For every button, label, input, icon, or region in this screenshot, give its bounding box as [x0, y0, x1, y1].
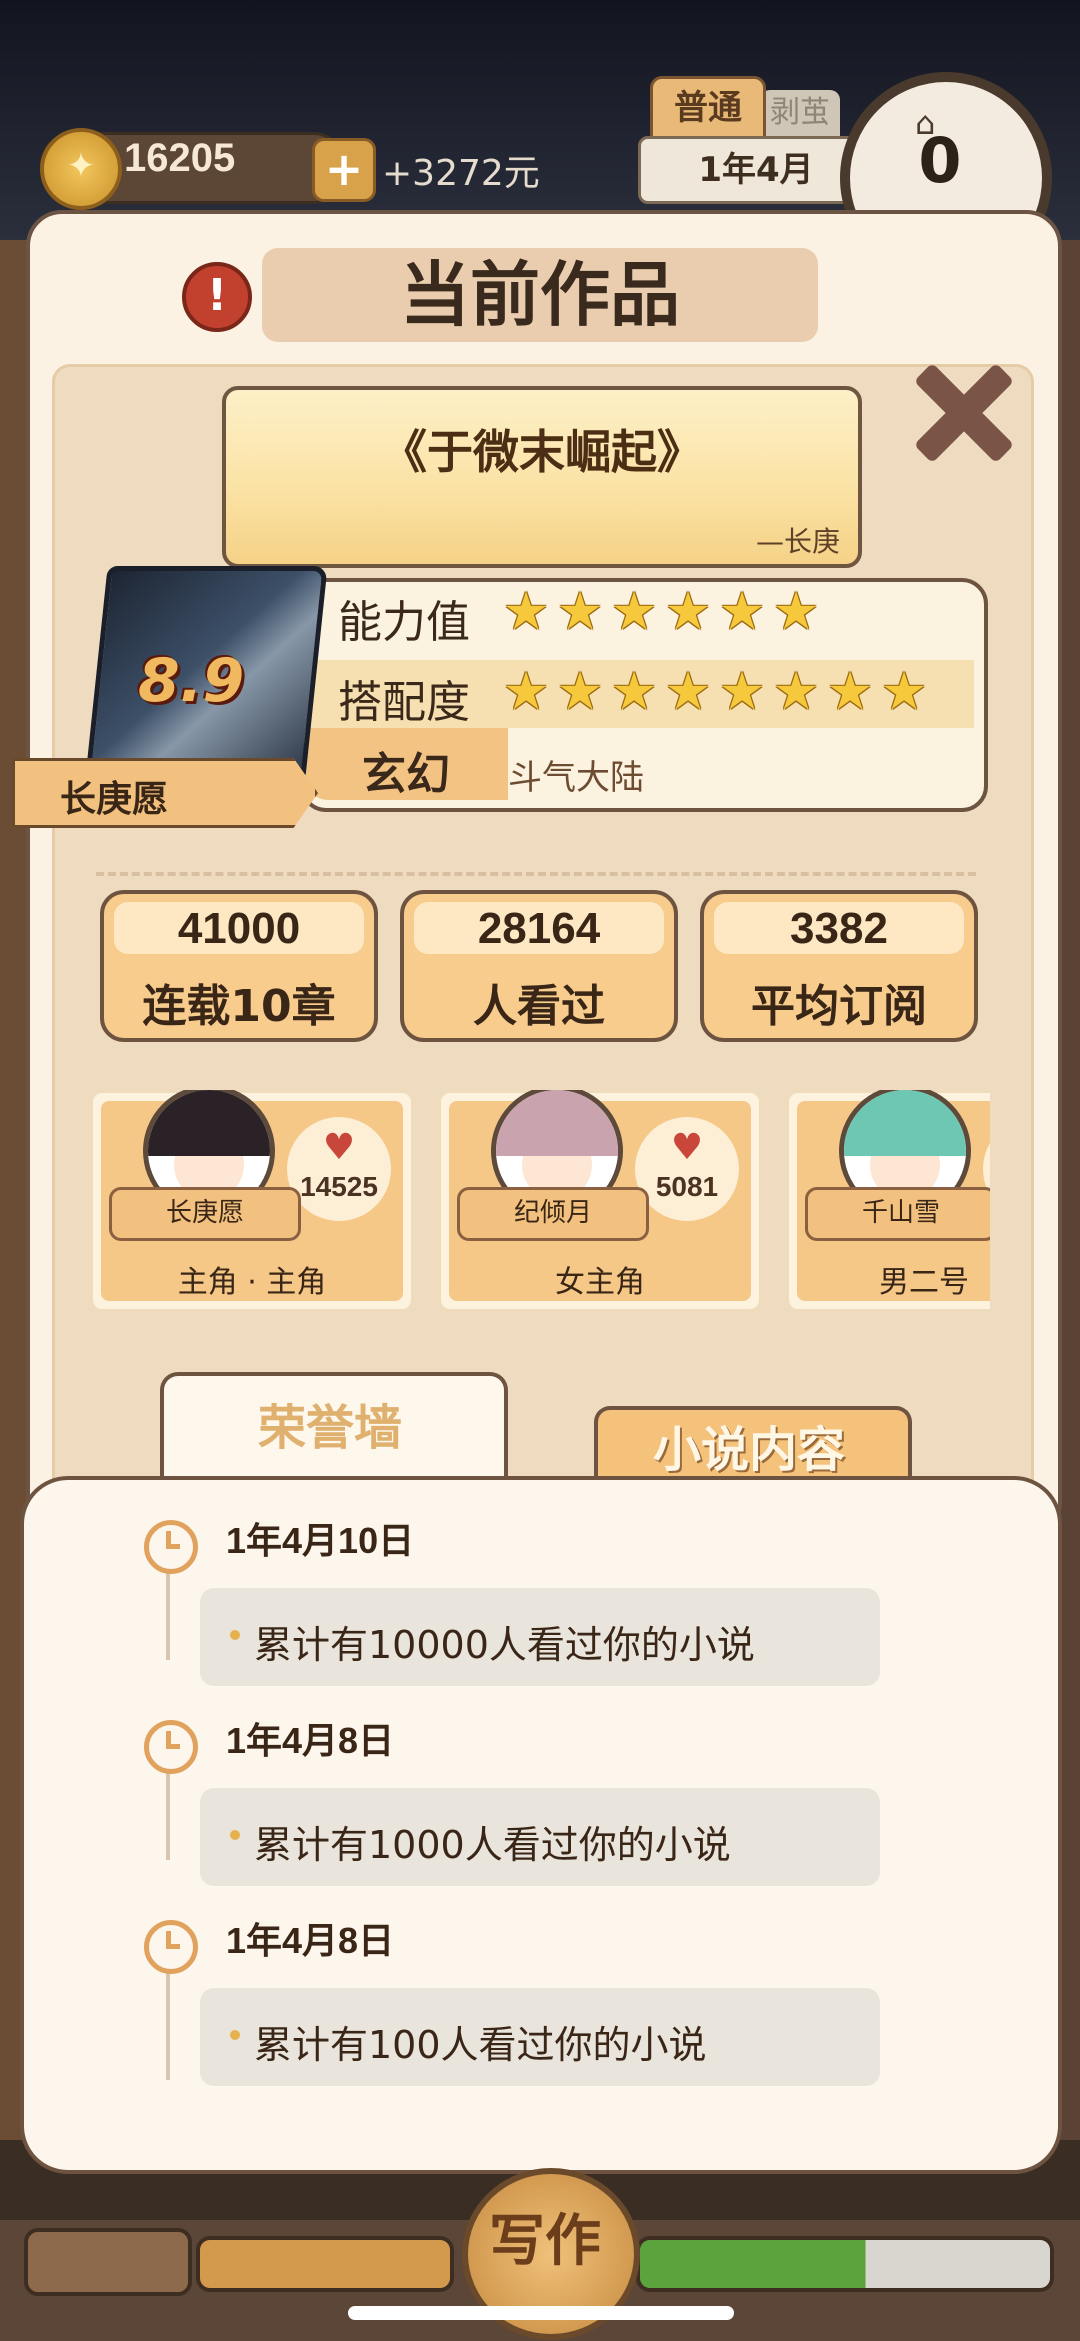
timeline-date: 1年4月8日 [226, 1720, 395, 1761]
star-icon: ★ [610, 582, 658, 642]
star-icon: ★ [664, 582, 712, 642]
character-role: 女主角 [555, 1265, 645, 1300]
game-date: 1年4月 [638, 136, 874, 204]
stat-box-subscriptions: 3382 平均订阅 [700, 890, 978, 1042]
timeline-text: 累计有1000人看过你的小说 [254, 1823, 731, 1867]
bottom-progress-left [196, 2236, 454, 2292]
stat-box-words: 41000 连载10章 [100, 890, 378, 1042]
clock-icon [144, 1520, 198, 1574]
stat-label: 人看过 [473, 981, 605, 1032]
character-role: 主角 · 主角 [177, 1265, 327, 1300]
heart-icon: ♥ [670, 1127, 704, 1168]
timeline-line [166, 1960, 170, 2080]
book-score: 8.9 [138, 646, 245, 716]
star-icon: ★ [772, 582, 820, 642]
character-name: 千山雪 [805, 1187, 990, 1241]
star-icon: ★ [610, 662, 658, 722]
character-name: 长庚愿 [109, 1187, 301, 1241]
write-button-label: 写作 [489, 2209, 601, 2274]
stat-value: 28164 [477, 904, 601, 953]
subgenre-label: 斗气大陆 [508, 758, 644, 798]
character-name: 纪倾月 [457, 1187, 649, 1241]
mode-tab-secondary[interactable]: 剥茧 [760, 90, 840, 136]
character-card[interactable]: ♥ 千山雪 男二号 [786, 1090, 990, 1312]
home-indicator[interactable] [348, 2306, 734, 2320]
star-icon: ★ [502, 582, 550, 642]
coin-icon: ✦ [40, 128, 122, 210]
clock-icon [144, 1920, 198, 1974]
star-icon: ★ [718, 662, 766, 722]
heart-icon: ♥ [322, 1127, 356, 1168]
timeline-text: 累计有10000人看过你的小说 [254, 1623, 755, 1667]
timeline-bubble: 累计有100人看过你的小说 [200, 1988, 880, 2086]
timeline-bubble: 累计有1000人看过你的小说 [200, 1788, 880, 1886]
ability-stars: ★ ★ ★ ★ ★ ★ [502, 582, 820, 642]
money-rate: +3272元 [382, 153, 540, 194]
timeline-text: 累计有100人看过你的小说 [254, 2023, 707, 2067]
character-card[interactable]: ♥ 14525 长庚愿 主角 · 主角 [90, 1090, 414, 1312]
divider [96, 872, 976, 876]
heart-icon: ♥ [983, 1127, 990, 1168]
timeline-date: 1年4月10日 [226, 1520, 415, 1561]
timeline-date: 1年4月8日 [226, 1920, 395, 1961]
novel-title: 《于微末崛起》 [381, 425, 703, 479]
timeline-bubble: 累计有10000人看过你的小说 [200, 1588, 880, 1686]
alert-icon[interactable]: ! [182, 262, 252, 332]
add-coins-button[interactable]: + [312, 138, 376, 202]
star-icon: ★ [880, 662, 928, 722]
close-icon[interactable] [912, 360, 1016, 464]
star-icon: ★ [718, 582, 766, 642]
character-list[interactable]: ♥ 14525 长庚愿 主角 · 主角 ♥ 5081 纪倾月 女主角 ♥ 千山雪… [90, 1090, 990, 1314]
stat-value: 3382 [790, 904, 888, 953]
clock-icon [144, 1720, 198, 1774]
timeline-line [166, 1560, 170, 1660]
counter-value: 0 [918, 124, 962, 197]
stat-value: 41000 [177, 904, 301, 953]
match-label: 搭配度 [338, 677, 470, 728]
mode-tab[interactable]: 普通 [650, 76, 766, 142]
star-icon: ★ [556, 582, 604, 642]
panel-title: 当前作品 [400, 254, 680, 336]
coin-value: 16205 [124, 136, 236, 180]
star-icon: ★ [502, 662, 550, 722]
bottom-progress-right [636, 2236, 1054, 2292]
character-card[interactable]: ♥ 5081 纪倾月 女主角 [438, 1090, 762, 1312]
tab-honor-wall-label: 荣誉墙 [257, 1400, 402, 1456]
character-role: 男二号 [879, 1265, 969, 1300]
timeline-line [166, 1760, 170, 1860]
stat-box-readers: 28164 人看过 [400, 890, 678, 1042]
tab-novel-content-label: 小说内容 [652, 1422, 845, 1478]
star-icon: ★ [772, 662, 820, 722]
ability-label: 能力值 [338, 597, 470, 648]
stat-label: 平均订阅 [751, 981, 927, 1032]
bottom-button-left[interactable] [24, 2228, 192, 2296]
star-icon: ★ [664, 662, 712, 722]
stat-label: 连载10章 [142, 981, 336, 1032]
star-icon: ★ [826, 662, 874, 722]
match-stars: ★ ★ ★ ★ ★ ★ ★ ★ [502, 662, 928, 722]
star-icon: ★ [556, 662, 604, 722]
genre-label: 玄幻 [362, 749, 450, 800]
novel-author: —长庚 [755, 525, 840, 558]
protagonist-name: 长庚愿 [60, 779, 169, 820]
